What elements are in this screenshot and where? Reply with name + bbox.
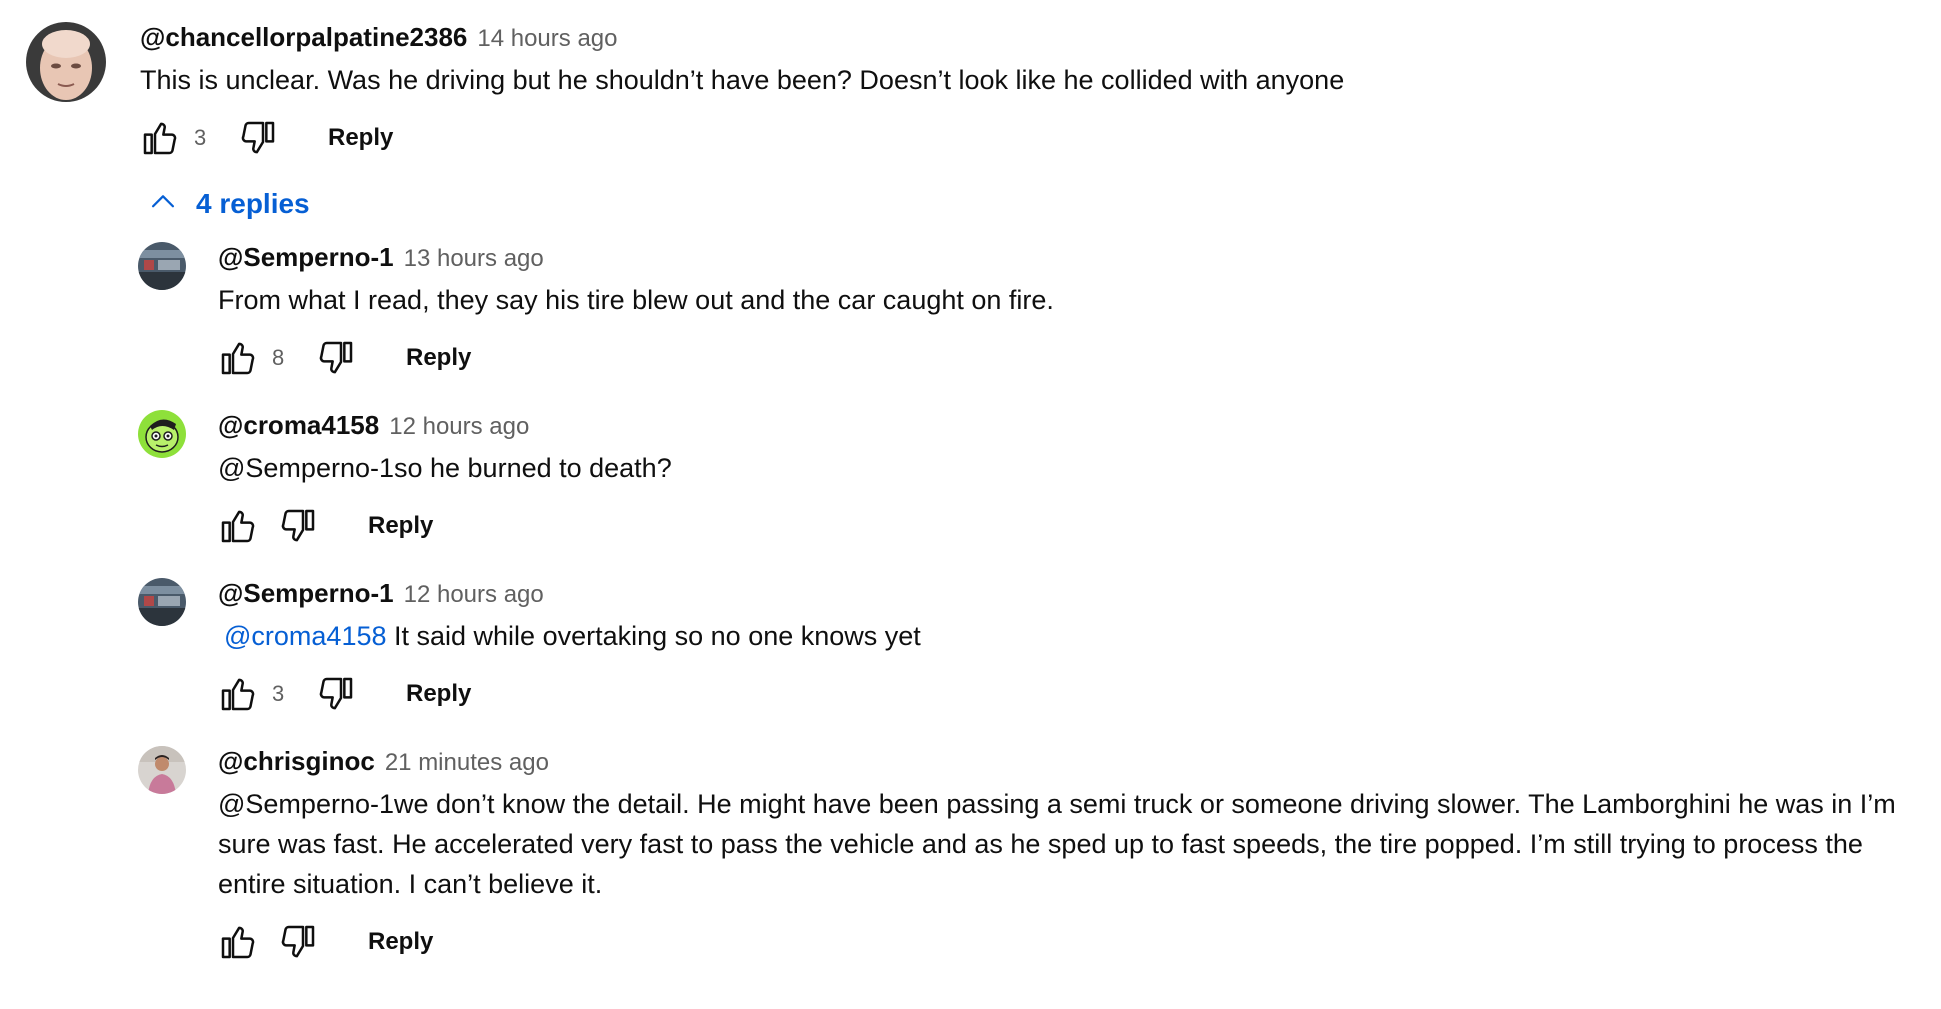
comment-time[interactable]: 21 minutes ago <box>385 749 549 777</box>
comment-text-content: It said while overtaking so no one knows… <box>386 621 921 651</box>
reply-button[interactable]: Reply <box>368 928 433 956</box>
comment-author[interactable]: @Semperno-1 <box>218 242 394 273</box>
comment-header: @chrisginoc 21 minutes ago <box>218 746 1926 776</box>
comment-text: This is unclear. Was he driving but he s… <box>140 65 1345 95</box>
mention-link[interactable]: @croma4158 <box>224 621 387 651</box>
comment-time[interactable]: 13 hours ago <box>404 245 544 273</box>
avatar[interactable] <box>26 22 106 102</box>
comment-author[interactable]: @Semperno-1 <box>218 578 394 609</box>
top-comment: @chancellorpalpatine2386 14 hours ago Th… <box>26 22 1926 164</box>
thumbs-down-icon[interactable] <box>316 338 356 378</box>
like-count: 8 <box>272 345 285 370</box>
thumbs-down-icon[interactable] <box>278 506 318 546</box>
comment-body: @chrisginoc 21 minutes ago @Semperno-1we… <box>218 746 1926 968</box>
reply-button[interactable]: Reply <box>406 680 471 708</box>
replies-count-label: 4 replies <box>196 188 310 219</box>
replies-list: @Semperno-1 13 hours ago From what I rea… <box>138 242 1926 968</box>
comment-text: @Semperno-1so he burned to death? <box>218 453 672 483</box>
comment-time[interactable]: 14 hours ago <box>477 25 617 53</box>
thumbs-up-icon[interactable] <box>218 506 258 546</box>
thumbs-up-icon[interactable] <box>140 118 180 158</box>
comment-actions: 8 Reply <box>218 332 1926 384</box>
reply-button[interactable]: Reply <box>406 344 471 372</box>
comment-body: @Semperno-1 12 hours ago @croma4158 It s… <box>218 578 1926 720</box>
comment-actions: Reply <box>218 500 1926 552</box>
avatar[interactable] <box>138 242 186 290</box>
comment-text: From what I read, they say his tire blew… <box>218 285 1054 315</box>
comment-author[interactable]: @chancellorpalpatine2386 <box>140 22 467 53</box>
comment-header: @Semperno-1 13 hours ago <box>218 242 1926 272</box>
comment-text: @croma4158 It said while overtaking so n… <box>218 616 1926 656</box>
replies-toggle-button[interactable]: 4 replies <box>146 182 1926 226</box>
thumbs-down-icon[interactable] <box>278 922 318 962</box>
comment-header: @Semperno-1 12 hours ago <box>218 578 1926 608</box>
comment-header: @croma4158 12 hours ago <box>218 410 1926 440</box>
thumbs-up-icon[interactable] <box>218 922 258 962</box>
thumbs-down-icon[interactable] <box>238 118 278 158</box>
like-count: 3 <box>272 681 285 706</box>
comment-body: @Semperno-1 13 hours ago From what I rea… <box>218 242 1926 384</box>
thumbs-up-icon[interactable] <box>218 674 258 714</box>
thumbs-up-icon[interactable] <box>218 338 258 378</box>
thumbs-down-icon[interactable] <box>316 674 356 714</box>
comment-author[interactable]: @chrisginoc <box>218 746 375 777</box>
comment-actions: Reply <box>218 916 1926 968</box>
comment-actions: 3 Reply <box>140 112 1926 164</box>
reply-button[interactable]: Reply <box>328 124 393 152</box>
comment-time[interactable]: 12 hours ago <box>404 581 544 609</box>
reply-button[interactable]: Reply <box>368 512 433 540</box>
like-count: 3 <box>194 125 207 150</box>
reply-comment: @Semperno-1 13 hours ago From what I rea… <box>138 242 1926 384</box>
reply-comment: @chrisginoc 21 minutes ago @Semperno-1we… <box>138 746 1926 968</box>
comment-author[interactable]: @croma4158 <box>218 410 379 441</box>
comment-thread: @chancellorpalpatine2386 14 hours ago Th… <box>26 22 1926 994</box>
reply-comment: @Semperno-1 12 hours ago @croma4158 It s… <box>138 578 1926 720</box>
comment-text: @Semperno-1we don’t know the detail. He … <box>218 789 1904 899</box>
comment-header: @chancellorpalpatine2386 14 hours ago <box>140 22 1926 52</box>
comment-body: @chancellorpalpatine2386 14 hours ago Th… <box>140 22 1926 164</box>
comment-actions: 3 Reply <box>218 668 1926 720</box>
reply-comment: @croma4158 12 hours ago @Semperno-1so he… <box>138 410 1926 552</box>
comment-body: @croma4158 12 hours ago @Semperno-1so he… <box>218 410 1926 552</box>
avatar[interactable] <box>138 578 186 626</box>
avatar[interactable] <box>138 746 186 794</box>
chevron-up-icon <box>146 185 180 224</box>
comment-time[interactable]: 12 hours ago <box>389 413 529 441</box>
avatar[interactable] <box>138 410 186 458</box>
